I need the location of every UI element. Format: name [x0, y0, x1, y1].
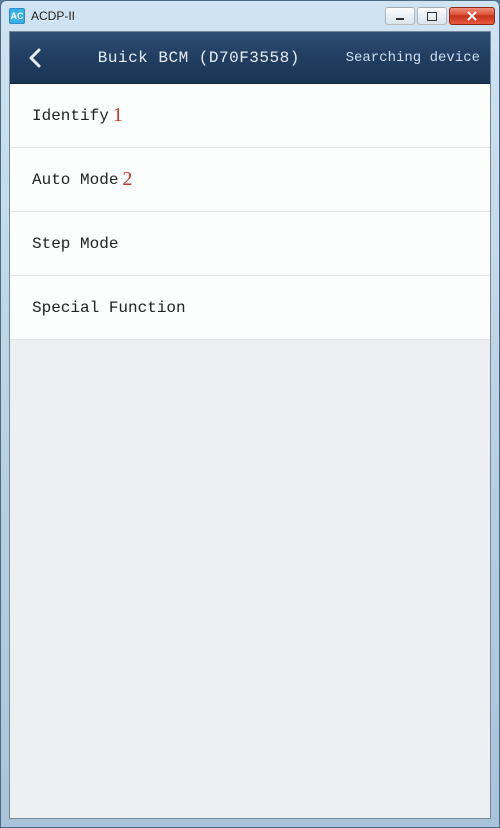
annotation-number: 2 — [122, 168, 132, 191]
empty-area — [10, 340, 490, 818]
menu-item-label: Auto Mode — [32, 171, 118, 189]
annotation-number: 1 — [113, 104, 123, 127]
chevron-left-icon — [27, 47, 45, 69]
maximize-button[interactable] — [417, 7, 447, 25]
titlebar[interactable]: AC ACDP-II — [1, 1, 499, 31]
client-area: Buick BCM (D70F3558) Searching device Id… — [9, 31, 491, 819]
device-status: Searching device — [346, 50, 480, 66]
window-controls — [383, 7, 495, 25]
close-icon — [466, 11, 478, 21]
menu-item-special-function[interactable]: Special Function — [10, 276, 490, 340]
window-title: ACDP-II — [31, 9, 75, 23]
minimize-button[interactable] — [385, 7, 415, 25]
menu-item-label: Special Function — [32, 299, 186, 317]
menu-item-auto-mode[interactable]: Auto Mode 2 — [10, 148, 490, 212]
menu-item-step-mode[interactable]: Step Mode — [10, 212, 490, 276]
close-button[interactable] — [449, 7, 495, 25]
menu-item-label: Step Mode — [32, 235, 118, 253]
back-button[interactable] — [20, 47, 52, 69]
window-frame: AC ACDP-II Buick BCM (D70F3558) Searchin… — [0, 0, 500, 828]
menu-list: Identify 1 Auto Mode 2 Step Mode Special… — [10, 84, 490, 340]
menu-item-label: Identify — [32, 107, 109, 125]
app-icon: AC — [9, 8, 25, 24]
page-title: Buick BCM (D70F3558) — [52, 49, 346, 67]
menu-item-identify[interactable]: Identify 1 — [10, 84, 490, 148]
app-header: Buick BCM (D70F3558) Searching device — [10, 32, 490, 84]
